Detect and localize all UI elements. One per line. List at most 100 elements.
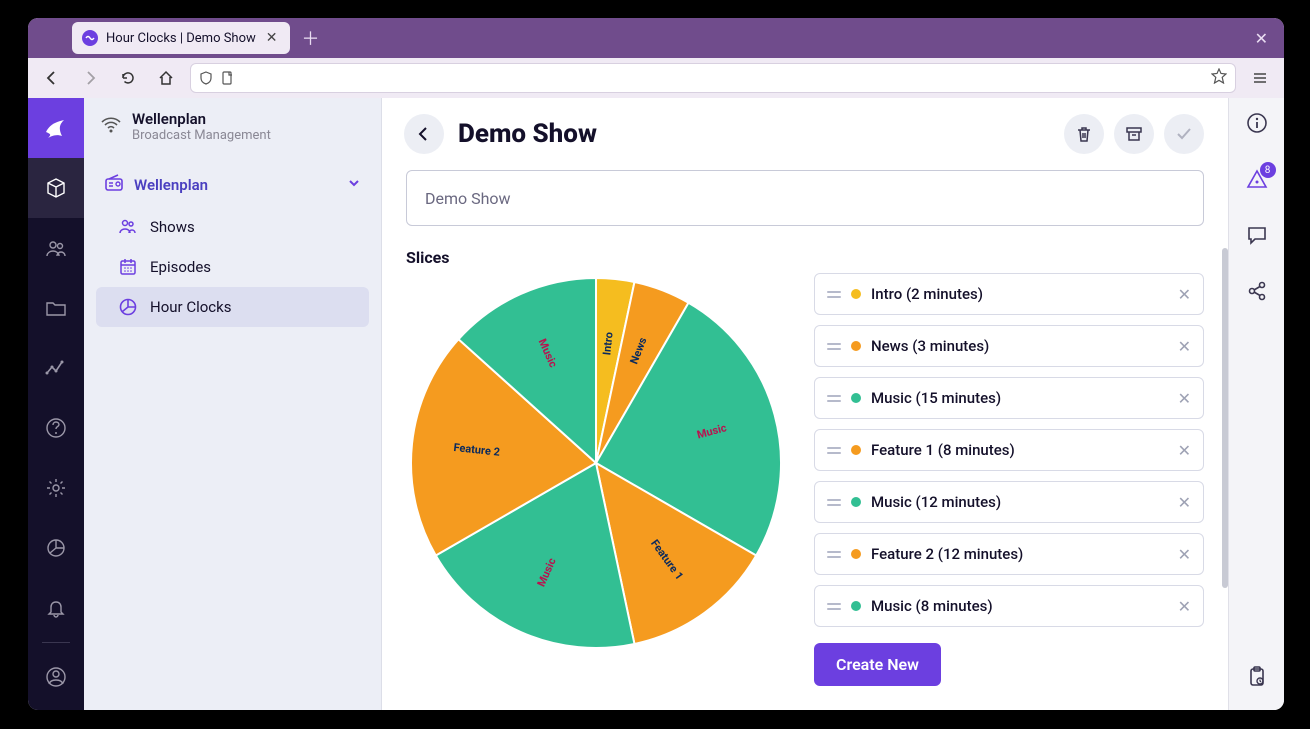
rail-help-icon[interactable] <box>28 398 84 458</box>
color-dot <box>851 393 861 403</box>
slice-item[interactable]: Music (15 minutes) ✕ <box>814 377 1204 419</box>
brand-subtitle: Broadcast Management <box>132 128 271 143</box>
rail-bell-icon[interactable] <box>28 578 84 638</box>
window-close-icon[interactable]: ✕ <box>1247 25 1276 52</box>
rail-settings-icon[interactable] <box>28 458 84 518</box>
color-dot <box>851 445 861 455</box>
wifi-icon <box>100 114 122 140</box>
people-icon <box>118 217 138 237</box>
browser-window: Hour Clocks | Demo Show ✕ ＋ ✕ <box>28 18 1284 710</box>
nav-forward-button[interactable] <box>76 64 104 92</box>
slices-heading: Slices <box>406 248 1204 267</box>
drag-handle-icon[interactable] <box>827 291 841 298</box>
remove-slice-icon[interactable]: ✕ <box>1178 337 1191 356</box>
pie-icon <box>118 297 138 317</box>
slice-item[interactable]: Feature 1 (8 minutes) ✕ <box>814 429 1204 471</box>
url-input[interactable] <box>190 63 1236 93</box>
remove-slice-icon[interactable]: ✕ <box>1178 545 1191 564</box>
back-button[interactable] <box>404 114 444 154</box>
sidebar-item-episodes[interactable]: Episodes <box>96 247 369 287</box>
main-content-area: Demo Show Slices IntroNewsMusicFeature 1… <box>382 98 1228 710</box>
drag-handle-icon[interactable] <box>827 447 841 454</box>
drag-handle-icon[interactable] <box>827 603 841 610</box>
tab-favicon <box>82 30 98 46</box>
remove-slice-icon[interactable]: ✕ <box>1178 441 1191 460</box>
slice-item[interactable]: Music (12 minutes) ✕ <box>814 481 1204 523</box>
drag-handle-icon[interactable] <box>827 395 841 402</box>
info-icon[interactable] <box>1246 112 1268 138</box>
nav-label: Episodes <box>150 258 211 276</box>
slices-row: IntroNewsMusicFeature 1MusicFeature 2Mus… <box>406 273 1204 686</box>
remove-slice-icon[interactable]: ✕ <box>1178 597 1191 616</box>
slice-label: Music (12 minutes) <box>871 493 1001 511</box>
page-title: Demo Show <box>458 119 597 149</box>
drag-handle-icon[interactable] <box>827 343 841 350</box>
app-body: Wellenplan Broadcast Management Wellenpl… <box>28 98 1284 710</box>
browser-url-bar <box>28 58 1284 98</box>
slice-label: Music (8 minutes) <box>871 597 993 615</box>
sidebar-section: Wellenplan Shows Episodes Hour Clocks <box>84 155 381 335</box>
triangle-icon[interactable]: 8 <box>1246 168 1268 194</box>
tab-title: Hour Clocks | Demo Show <box>106 31 256 46</box>
drag-handle-icon[interactable] <box>827 551 841 558</box>
app-logo[interactable] <box>28 98 84 158</box>
hour-clock-pie-chart: IntroNewsMusicFeature 1MusicFeature 2Mus… <box>406 273 786 653</box>
scrollbar[interactable] <box>1222 248 1228 588</box>
rail-people-icon[interactable] <box>28 218 84 278</box>
remove-slice-icon[interactable]: ✕ <box>1178 389 1191 408</box>
sidebar-item-shows[interactable]: Shows <box>96 207 369 247</box>
brand-title: Wellenplan <box>132 110 271 128</box>
bookmark-star-icon[interactable] <box>1211 68 1227 88</box>
nav-label: Hour Clocks <box>150 298 232 316</box>
rail-divider <box>42 642 70 643</box>
calendar-icon <box>118 257 138 277</box>
sidebar-section-header[interactable]: Wellenplan <box>96 163 369 207</box>
rail-analytics-icon[interactable] <box>28 338 84 398</box>
show-name-input[interactable] <box>406 170 1204 226</box>
slice-list: Intro (2 minutes) ✕ News (3 minutes) ✕ M… <box>814 273 1204 686</box>
nav-home-button[interactable] <box>152 64 180 92</box>
browser-menu-button[interactable] <box>1246 64 1274 92</box>
delete-button[interactable] <box>1064 114 1104 154</box>
drag-handle-icon[interactable] <box>827 499 841 506</box>
remove-slice-icon[interactable]: ✕ <box>1178 285 1191 304</box>
nav-back-button[interactable] <box>38 64 66 92</box>
color-dot <box>851 601 861 611</box>
pie-slice-label: Intro <box>600 331 615 355</box>
notification-badge: 8 <box>1260 162 1276 178</box>
slice-item[interactable]: Music (8 minutes) ✕ <box>814 585 1204 627</box>
rail-folder-icon[interactable] <box>28 278 84 338</box>
main-content: Slices IntroNewsMusicFeature 1MusicFeatu… <box>382 166 1228 706</box>
color-dot <box>851 549 861 559</box>
page-icon <box>221 71 235 85</box>
share-icon[interactable] <box>1246 280 1268 306</box>
tab-close-icon[interactable]: ✕ <box>264 30 280 46</box>
sidebar-item-hour-clocks[interactable]: Hour Clocks <box>96 287 369 327</box>
slice-label: Feature 2 (12 minutes) <box>871 545 1023 563</box>
section-label: Wellenplan <box>134 176 208 194</box>
slice-item[interactable]: Feature 2 (12 minutes) ✕ <box>814 533 1204 575</box>
color-dot <box>851 497 861 507</box>
archive-button[interactable] <box>1114 114 1154 154</box>
create-new-button[interactable]: Create New <box>814 643 941 686</box>
rail-cube-icon[interactable] <box>28 158 84 218</box>
shield-icon <box>199 71 213 85</box>
header-actions <box>1064 114 1204 154</box>
new-tab-button[interactable]: ＋ <box>302 25 320 51</box>
browser-tab[interactable]: Hour Clocks | Demo Show ✕ <box>72 22 290 54</box>
slice-item[interactable]: Intro (2 minutes) ✕ <box>814 273 1204 315</box>
clipboard-icon[interactable] <box>1246 666 1268 692</box>
rail-pie-icon[interactable] <box>28 518 84 578</box>
confirm-button[interactable] <box>1164 114 1204 154</box>
left-rail <box>28 98 84 710</box>
slice-label: News (3 minutes) <box>871 337 989 355</box>
rail-account-icon[interactable] <box>28 647 84 707</box>
page-header: Demo Show <box>382 98 1228 166</box>
chat-icon[interactable] <box>1246 224 1268 250</box>
slice-item[interactable]: News (3 minutes) ✕ <box>814 325 1204 367</box>
chevron-down-icon <box>347 176 361 194</box>
nav-reload-button[interactable] <box>114 64 142 92</box>
sidebar-header: Wellenplan Broadcast Management <box>84 98 381 155</box>
remove-slice-icon[interactable]: ✕ <box>1178 493 1191 512</box>
slice-label: Music (15 minutes) <box>871 389 1001 407</box>
